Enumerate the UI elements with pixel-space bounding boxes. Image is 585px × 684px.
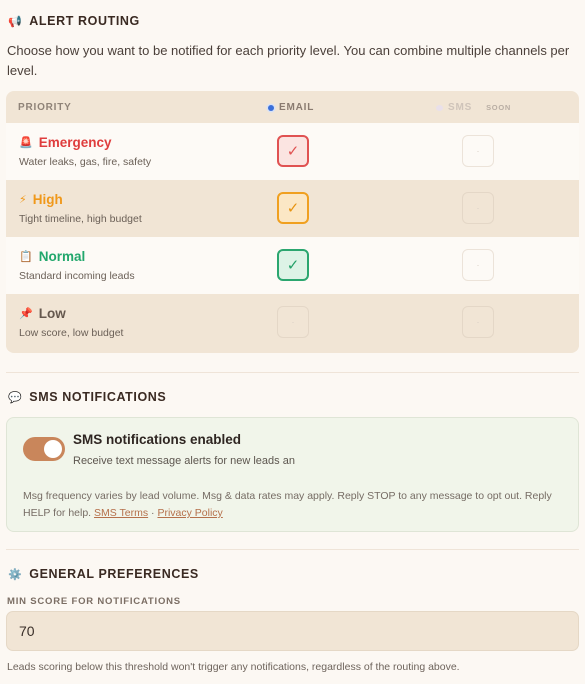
sms-notifications-heading: 💬 SMS NOTIFICATIONS [8, 390, 166, 404]
column-email-label: EMAIL [279, 102, 315, 113]
clipboard-icon: 📋 [19, 250, 33, 263]
alert-routing-heading: 📢 ALERT ROUTING [8, 14, 140, 28]
min-score-label: MIN SCORE FOR NOTIFICATIONS [7, 596, 181, 607]
sms-channel-dot-icon [436, 104, 443, 111]
priority-label-emergency: 🚨 Emergency [19, 135, 112, 150]
general-preferences-title: GENERAL PREFERENCES [29, 567, 199, 581]
sms-notifications-title: SMS NOTIFICATIONS [29, 390, 167, 404]
general-preferences-heading: ⚙️ GENERAL PREFERENCES [8, 567, 199, 581]
column-priority: PRIORITY [18, 102, 72, 113]
sms-settings-card: SMS notifications enabled Receive text m… [6, 417, 579, 532]
routing-table: PRIORITY EMAIL SMS SOON 🚨 Emergency Wate… [6, 91, 579, 353]
priority-row-normal: 📋 Normal Standard incoming leads ✓ · [6, 237, 579, 294]
priority-row-low: 📌 Low Low score, low budget · · [6, 294, 579, 351]
high-email-checkbox[interactable]: ✓ [277, 192, 309, 224]
priority-name: Low [38, 306, 66, 321]
low-sms-checkbox: · [462, 306, 494, 338]
section-divider [6, 549, 579, 550]
alert-routing-description: Choose how you want to be notified for e… [7, 43, 570, 78]
pushpin-icon: 📌 [19, 307, 33, 320]
priority-label-high: ⚡ High [19, 192, 63, 207]
priority-description: Low score, low budget [19, 327, 124, 339]
priority-description: Standard incoming leads [19, 270, 135, 282]
lightning-icon: ⚡ [19, 193, 27, 206]
normal-sms-checkbox: · [462, 249, 494, 281]
priority-label-low: 📌 Low [19, 306, 66, 321]
privacy-policy-link[interactable]: Privacy Policy [157, 507, 222, 519]
column-email: EMAIL [268, 102, 314, 113]
email-channel-dot-icon [268, 104, 274, 111]
priority-description: Tight timeline, high budget [19, 213, 142, 225]
priority-description: Water leaks, gas, fire, safety [19, 156, 152, 168]
sms-soon-badge: SOON [486, 103, 511, 112]
priority-name: High [32, 192, 63, 207]
min-score-input[interactable] [6, 611, 579, 651]
sms-terms-link[interactable]: SMS Terms [94, 507, 148, 519]
sms-toggle-description: Receive text message alerts for new lead… [73, 455, 295, 467]
link-separator: · [151, 507, 155, 519]
high-sms-checkbox: · [462, 192, 494, 224]
routing-table-header: PRIORITY EMAIL SMS SOON [6, 91, 579, 123]
min-score-help: Leads scoring below this threshold won't… [7, 661, 460, 673]
priority-label-normal: 📋 Normal [19, 249, 85, 264]
priority-name: Normal [38, 249, 86, 264]
siren-icon: 🚨 [19, 136, 33, 149]
gear-icon: ⚙️ [8, 567, 23, 581]
column-sms-label: SMS [448, 102, 473, 113]
megaphone-icon: 📢 [8, 14, 23, 28]
section-divider [6, 372, 579, 373]
emergency-email-checkbox[interactable]: ✓ [277, 135, 309, 167]
sms-enabled-toggle[interactable] [23, 437, 65, 461]
priority-row-high: ⚡ High Tight timeline, high budget ✓ · [6, 180, 579, 237]
sms-legal-text: Msg frequency varies by lead volume. Msg… [23, 488, 568, 522]
sms-toggle-label: SMS notifications enabled [73, 432, 242, 447]
alert-routing-title: ALERT ROUTING [29, 14, 140, 28]
priority-name: Emergency [38, 135, 112, 150]
emergency-sms-checkbox: · [462, 135, 494, 167]
low-email-checkbox[interactable]: · [277, 306, 309, 338]
toggle-knob [44, 440, 62, 458]
speech-bubble-icon: 💬 [8, 390, 23, 404]
priority-row-emergency: 🚨 Emergency Water leaks, gas, fire, safe… [6, 123, 579, 180]
column-sms: SMS SOON [436, 102, 511, 113]
normal-email-checkbox[interactable]: ✓ [277, 249, 309, 281]
